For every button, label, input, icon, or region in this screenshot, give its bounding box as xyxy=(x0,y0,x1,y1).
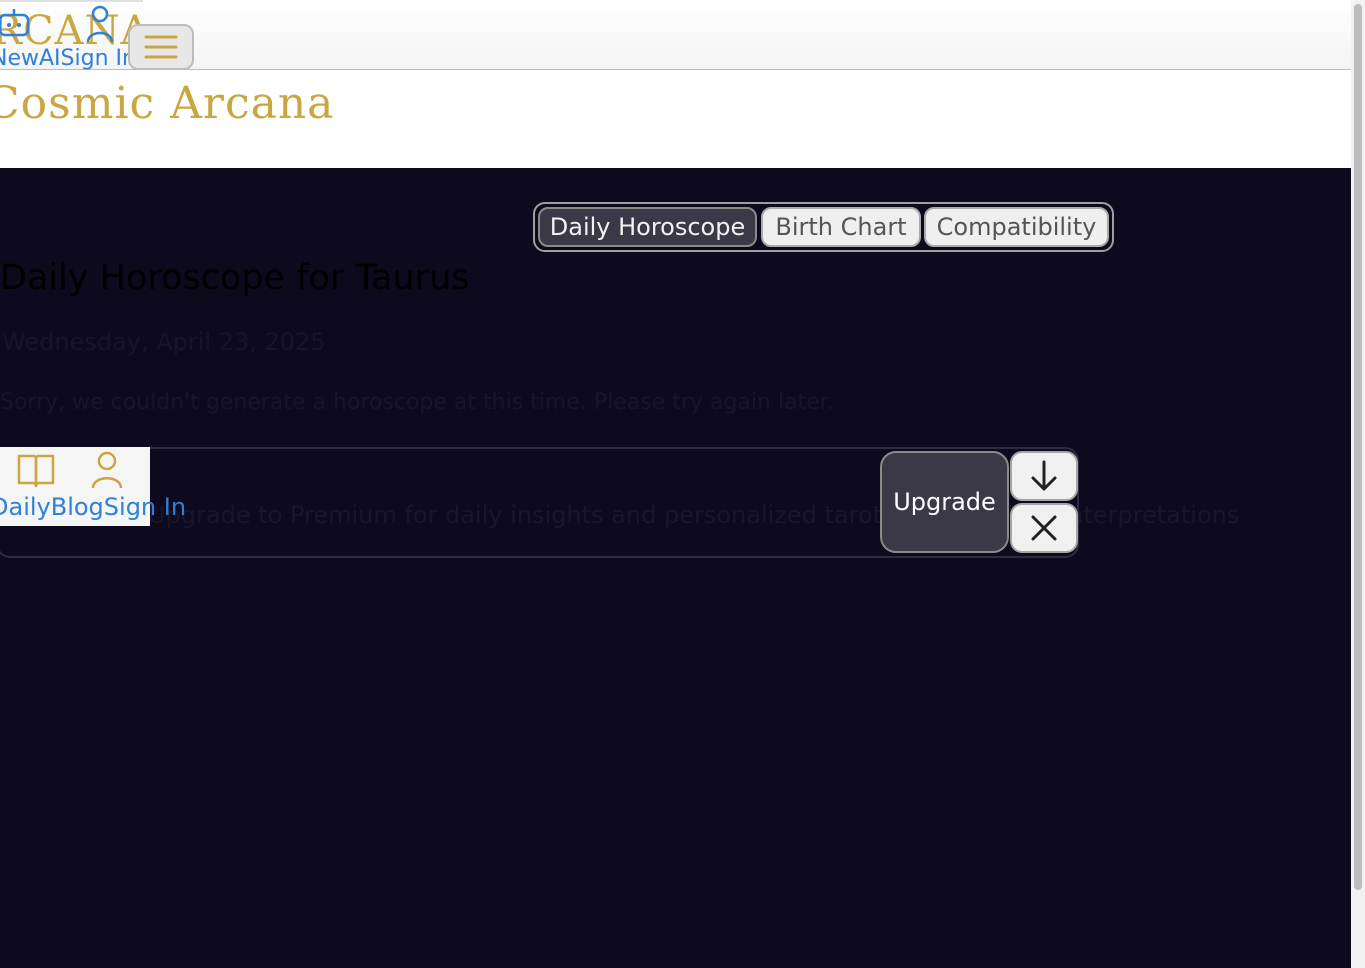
top-header: ARCANA NewAISign In xyxy=(0,0,1351,71)
brand-title[interactable]: Cosmic Arcana xyxy=(0,78,334,129)
horoscope-date: Wednesday, April 23, 2025 xyxy=(2,328,326,356)
scroll-down-button[interactable] xyxy=(1010,451,1078,501)
arrow-down-icon xyxy=(1031,460,1057,491)
horoscope-title: Daily Horoscope for Taurus xyxy=(0,258,470,298)
header-link-signin[interactable]: Sign In xyxy=(61,46,136,71)
close-icon xyxy=(1031,515,1057,541)
bottom-nav: DailyBlogSign In xyxy=(0,447,186,526)
horoscope-error-message: Sorry, we couldn't generate a horoscope … xyxy=(0,390,834,415)
brand-band: Cosmic Arcana xyxy=(0,70,1351,168)
header-links: NewAISign In xyxy=(0,46,136,71)
robot-icon[interactable] xyxy=(0,8,32,42)
user-icon[interactable] xyxy=(90,450,124,494)
page-scrollbar[interactable] xyxy=(1351,0,1365,968)
nav-link-blog[interactable]: Blog xyxy=(51,493,104,521)
tab-birth-chart[interactable]: Birth Chart xyxy=(761,207,921,247)
header-strip xyxy=(0,0,143,2)
hamburger-menu-button[interactable] xyxy=(128,24,194,70)
bottom-nav-links: DailyBlogSign In xyxy=(0,493,186,521)
scrollbar-thumb[interactable] xyxy=(1354,4,1362,890)
upgrade-button[interactable]: Upgrade xyxy=(880,451,1009,553)
book-icon[interactable] xyxy=(16,451,56,493)
horoscope-tabs: Daily Horoscope Birth Chart Compatibilit… xyxy=(533,202,1114,252)
tab-compatibility[interactable]: Compatibility xyxy=(924,207,1109,247)
user-icon[interactable] xyxy=(86,4,114,48)
hamburger-icon xyxy=(144,35,178,59)
tab-daily-horoscope[interactable]: Daily Horoscope xyxy=(538,207,757,247)
header-link-newai[interactable]: NewAI xyxy=(0,46,61,71)
nav-link-daily[interactable]: Daily xyxy=(0,493,51,521)
close-banner-button[interactable] xyxy=(1010,503,1078,553)
nav-link-signin[interactable]: Sign In xyxy=(104,493,186,521)
